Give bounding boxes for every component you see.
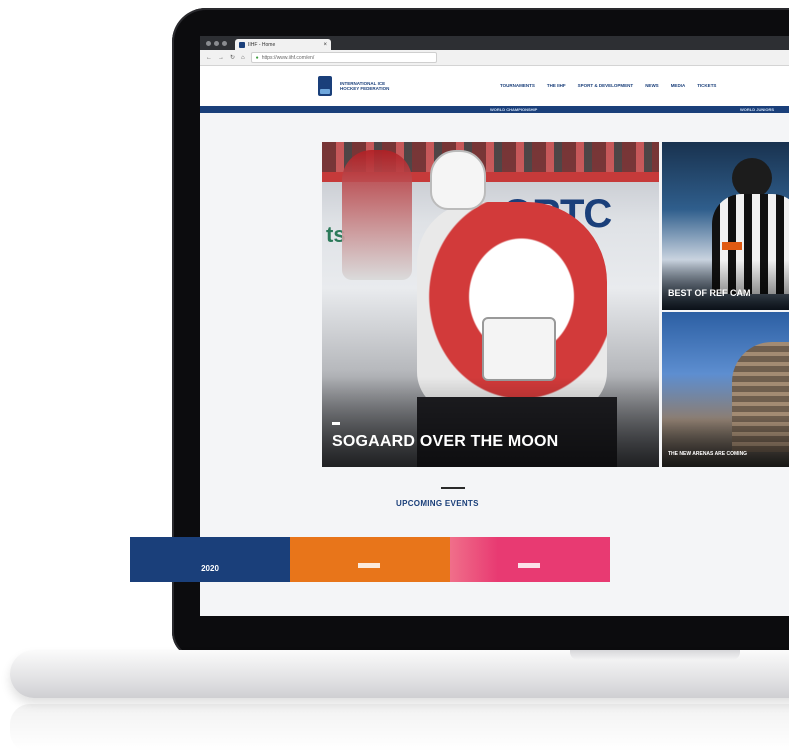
nav-item-media[interactable]: MEDIA [671, 83, 686, 88]
close-icon[interactable]: × [323, 42, 327, 48]
referee-armband [722, 242, 742, 250]
upcoming-events-heading: UPCOMING EVENTS [396, 499, 479, 508]
subbar-link-world-juniors[interactable]: WORLD JUNIORS [740, 107, 774, 112]
section-divider [441, 487, 465, 489]
nav-item-sport-development[interactable]: SPORT & DEVELOPMENT [578, 83, 634, 88]
browser-tabstrip: IIHF - Home × [200, 36, 789, 50]
url-text: https://www.iihf.com/en/ [261, 54, 315, 61]
tile-title-ref-cam[interactable]: BEST OF REF CAM [668, 288, 751, 298]
iihf-logo-icon[interactable] [318, 76, 332, 96]
hero-main-story[interactable]: ORTC ts SOGAARD OVER THE MOON [322, 142, 659, 467]
referee-photo [732, 158, 772, 198]
goalie-mask [430, 150, 486, 210]
story-tile-ref-cam[interactable]: BEST OF REF CAM [662, 142, 789, 310]
favicon-icon [239, 41, 245, 48]
forward-icon[interactable]: → [218, 55, 224, 61]
tab-title: IIHF - Home [248, 41, 276, 48]
laptop-base [10, 650, 789, 698]
nav-item-news[interactable]: NEWS [645, 83, 659, 88]
logo-text[interactable]: INTERNATIONAL ICE HOCKEY FEDERATION [340, 81, 400, 92]
browser-tab[interactable]: IIHF - Home × [235, 39, 331, 50]
window-controls[interactable] [206, 41, 227, 46]
browser-toolbar: ← → ↻ ⌂ ● https://www.iihf.com/en/ [200, 50, 789, 66]
story-tile-arenas[interactable]: THE NEW ARENAS ARE COMING [662, 312, 789, 467]
lock-icon: ● [255, 54, 259, 61]
event-card[interactable] [290, 537, 450, 582]
event-card[interactable]: 2020 [130, 537, 290, 582]
laptop-screen: IIHF - Home × ← → ↻ ⌂ ● https://www.iihf… [200, 36, 789, 616]
event-card-mark [518, 563, 540, 568]
event-cards: 2020 [130, 537, 610, 582]
event-card-mark [358, 563, 380, 568]
sub-navigation-bar: WORLD CHAMPIONSHIP WORLD JUNIORS [200, 106, 789, 113]
laptop-hinge-notch [570, 650, 740, 660]
site-header: INTERNATIONAL ICE HOCKEY FEDERATION TOUR… [200, 66, 789, 106]
tile-gradient [662, 260, 789, 310]
tile-gradient [662, 417, 789, 467]
nav-item-tickets[interactable]: TICKETS [697, 83, 716, 88]
goalie-blocker [482, 317, 556, 381]
laptop-reflection [10, 704, 789, 752]
address-bar[interactable]: ● https://www.iihf.com/en/ [250, 52, 437, 63]
hero-tag [332, 422, 340, 425]
hero-section: ORTC ts SOGAARD OVER THE MOON BEST OF RE… [322, 142, 789, 467]
subbar-link-world-championship[interactable]: WORLD CHAMPIONSHIP [490, 107, 537, 112]
hero-gradient [322, 377, 659, 467]
nav-item-tournaments[interactable]: TOURNAMENTS [500, 83, 535, 88]
back-icon[interactable]: ← [206, 55, 212, 61]
event-card[interactable] [450, 537, 610, 582]
nav-item-the-iihf[interactable]: THE IIHF [547, 83, 566, 88]
home-icon[interactable]: ⌂ [241, 55, 245, 61]
reload-icon[interactable]: ↻ [230, 54, 235, 61]
hero-main-title[interactable]: SOGAARD OVER THE MOON [332, 433, 558, 451]
event-card-label: 2020 [201, 564, 219, 573]
main-nav: TOURNAMENTS THE IIHF SPORT & DEVELOPMENT… [500, 83, 716, 88]
tile-title-arenas[interactable]: THE NEW ARENAS ARE COMING [668, 451, 747, 457]
player-photo [342, 150, 412, 280]
